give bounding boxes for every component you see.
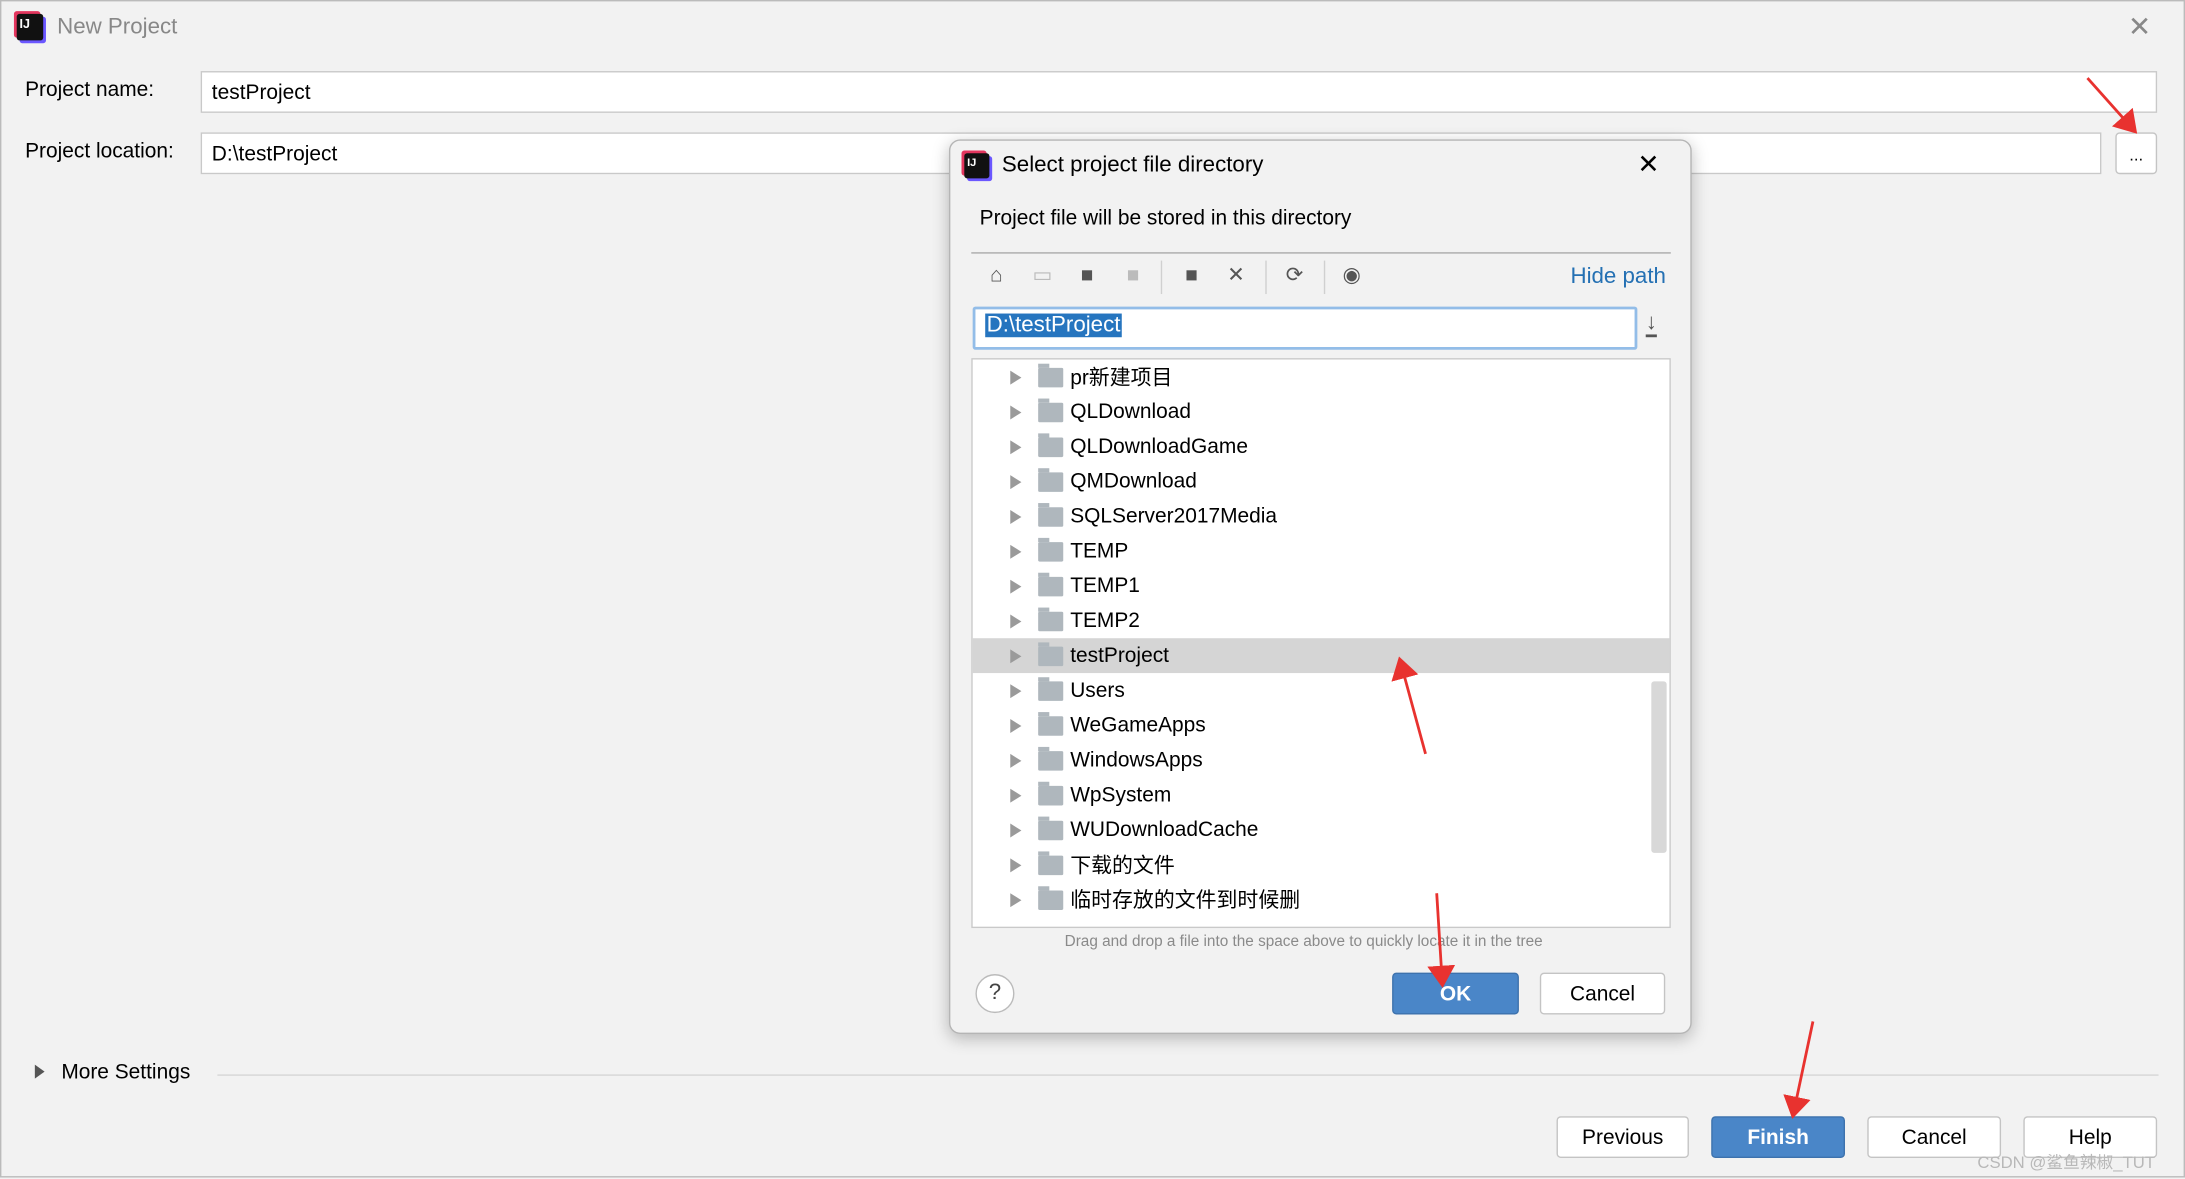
annotation-arrow xyxy=(1783,1021,1815,1119)
annotation-arrow xyxy=(1427,893,1456,988)
new-project-window: IJ New Project ✕ Project name: testProje… xyxy=(0,0,2185,1178)
annotation-arrow xyxy=(1391,656,1427,755)
annotation-arrow xyxy=(2086,77,2138,134)
annotation-arrows xyxy=(1391,77,2138,1119)
